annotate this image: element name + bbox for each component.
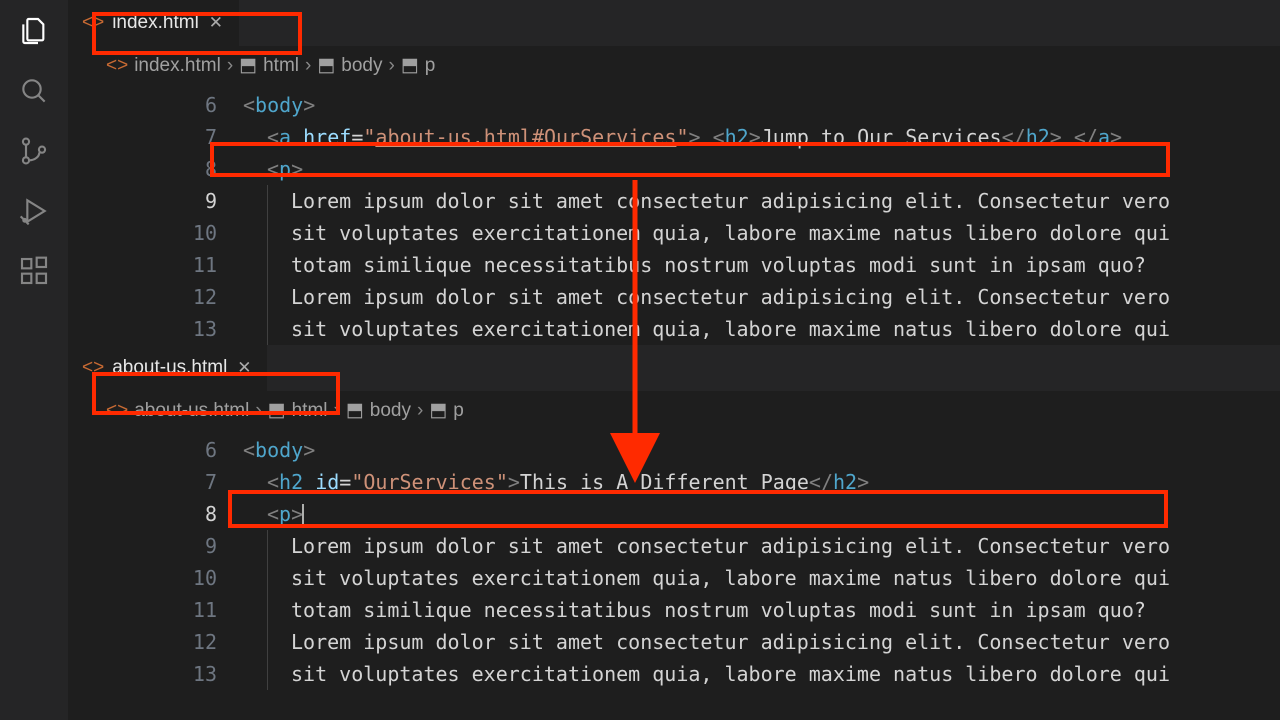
breadcrumb-item[interactable]: p	[425, 55, 436, 77]
editor-pane-bottom: <> about-us.html ✕ <> about-us.html › ⬒ …	[68, 345, 1280, 690]
debug-icon[interactable]	[18, 195, 50, 227]
activity-bar	[0, 0, 68, 720]
breadcrumb-item[interactable]: html	[292, 400, 328, 422]
chevron-right-icon: ›	[334, 400, 340, 422]
chevron-right-icon: ›	[255, 400, 261, 422]
breadcrumb-item[interactable]: about-us.html	[134, 400, 249, 422]
tab-label: about-us.html	[112, 357, 227, 379]
html-file-icon: <>	[82, 12, 104, 34]
line-number-gutter: 678910111213	[68, 89, 243, 345]
breadcrumb-item[interactable]: body	[370, 400, 411, 422]
symbol-icon: ⬒	[268, 399, 286, 422]
breadcrumbs[interactable]: <> about-us.html › ⬒ html › ⬒ body › ⬒ p	[68, 391, 1280, 430]
chevron-right-icon: ›	[227, 55, 233, 77]
symbol-icon: ⬒	[346, 399, 364, 422]
close-icon[interactable]: ✕	[207, 13, 225, 33]
chevron-right-icon: ›	[417, 400, 423, 422]
symbol-icon: ⬒	[429, 399, 447, 422]
code-editor[interactable]: 678910111213 <body><a href="about-us.htm…	[68, 85, 1280, 345]
html-file-icon: <>	[106, 400, 128, 422]
tab-label: index.html	[112, 12, 199, 34]
tab-about-us-html[interactable]: <> about-us.html ✕	[68, 345, 267, 391]
breadcrumb-item[interactable]: p	[453, 400, 464, 422]
html-file-icon: <>	[82, 357, 104, 379]
extensions-icon[interactable]	[18, 255, 50, 287]
code-editor[interactable]: 678910111213 <body><h2 id="OurServices">…	[68, 430, 1280, 690]
code-content[interactable]: <body><h2 id="OurServices">This is A Dif…	[243, 434, 1280, 690]
html-file-icon: <>	[106, 55, 128, 77]
tab-bar: <> index.html ✕	[68, 0, 1280, 46]
search-icon[interactable]	[18, 75, 50, 107]
source-control-icon[interactable]	[18, 135, 50, 167]
tab-index-html[interactable]: <> index.html ✕	[68, 0, 239, 46]
line-number-gutter: 678910111213	[68, 434, 243, 690]
breadcrumb-item[interactable]: index.html	[134, 55, 221, 77]
editor-pane-top: <> index.html ✕ <> index.html › ⬒ html ›…	[68, 0, 1280, 345]
editor-main: <> index.html ✕ <> index.html › ⬒ html ›…	[68, 0, 1280, 720]
close-icon[interactable]: ✕	[235, 358, 253, 378]
breadcrumb-item[interactable]: body	[341, 55, 382, 77]
symbol-icon: ⬒	[317, 54, 335, 77]
breadcrumbs[interactable]: <> index.html › ⬒ html › ⬒ body › ⬒ p	[68, 46, 1280, 85]
breadcrumb-item[interactable]: html	[263, 55, 299, 77]
tab-bar: <> about-us.html ✕	[68, 345, 1280, 391]
chevron-right-icon: ›	[388, 55, 394, 77]
symbol-icon: ⬒	[401, 54, 419, 77]
code-content[interactable]: <body><a href="about-us.html#OurServices…	[243, 89, 1280, 345]
symbol-icon: ⬒	[239, 54, 257, 77]
chevron-right-icon: ›	[305, 55, 311, 77]
files-icon[interactable]	[18, 15, 50, 47]
